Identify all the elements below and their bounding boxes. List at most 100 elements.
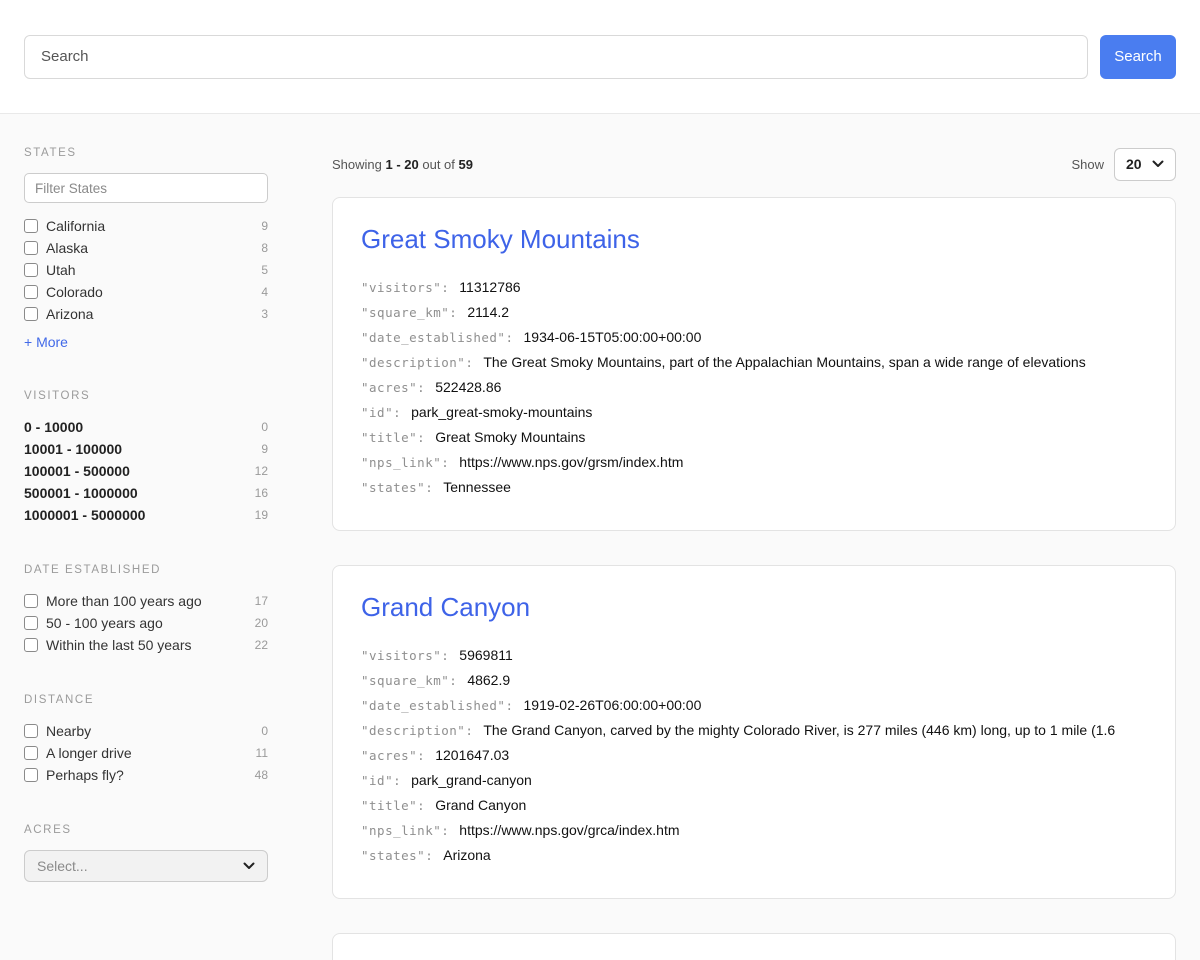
filter-states-input[interactable] [24,173,268,203]
field-description: "description":The Grand Canyon, carved b… [361,718,1147,743]
field-title: "title":Great Smoky Mountains [361,425,1147,450]
facet-count: 4 [261,285,268,299]
acres-select-value: Select... [37,858,88,874]
field-title: "title":Grand Canyon [361,793,1147,818]
facet-option-label-wrap[interactable]: Colorado [24,284,103,300]
field-value: Tennessee [443,479,511,495]
page-size-control: Show 20 [1071,148,1176,181]
search-button[interactable]: Search [1100,35,1176,79]
facet-option-label-wrap[interactable]: Arizona [24,306,93,322]
facet-option-label-wrap[interactable]: Nearby [24,723,91,739]
checkbox[interactable] [24,638,38,652]
facet-range-label[interactable]: 0 - 10000 [24,419,83,435]
field-visitors: "visitors":11312786 [361,275,1147,300]
field-value: park_grand-canyon [411,772,532,788]
facet-option-label-wrap[interactable]: Within the last 50 years [24,637,192,653]
facet-acres-title: ACRES [24,824,268,836]
facet-count: 3 [261,307,268,321]
content-area: STATES California 9 Alaska 8 [0,114,1200,960]
results-panel: Showing 1 - 20 out of 59 Show 20 Great S… [332,147,1176,960]
field-value: 2114.2 [467,304,509,320]
facet-option-perhaps-fly: Perhaps fly? 48 [24,764,268,786]
facet-count: 8 [261,241,268,255]
field-key: "nps_link": [361,823,449,838]
facet-option-label-wrap[interactable]: 50 - 100 years ago [24,615,163,631]
facet-states-title: STATES [24,147,268,159]
field-key: "title": [361,798,425,813]
checkbox[interactable] [24,724,38,738]
facet-distance-title: DISTANCE [24,694,268,706]
show-more-link[interactable]: + More [24,334,68,350]
field-id: "id":park_great-smoky-mountains [361,400,1147,425]
facet-range-item: 1000001 - 5000000 19 [24,504,268,526]
field-id: "id":park_grand-canyon [361,768,1147,793]
facet-option-label-wrap[interactable]: More than 100 years ago [24,593,202,609]
checkbox[interactable] [24,285,38,299]
facet-count: 48 [255,768,268,782]
facet-count: 0 [261,420,268,434]
facet-option-arizona: Arizona 3 [24,303,268,325]
facet-range-label[interactable]: 10001 - 100000 [24,441,122,457]
field-value: Great Smoky Mountains [435,429,585,445]
facet-count: 9 [261,442,268,456]
facet-range-label[interactable]: 100001 - 500000 [24,463,130,479]
field-description: "description":The Great Smoky Mountains,… [361,350,1147,375]
facet-visitors-title: VISITORS [24,390,268,402]
field-key: "date_established": [361,330,514,345]
facet-range-label[interactable]: 500001 - 1000000 [24,485,138,501]
field-key: "acres": [361,380,425,395]
park-title-link[interactable]: Great Smoky Mountains [361,224,640,255]
results-bar: Showing 1 - 20 out of 59 Show 20 [332,147,1176,181]
facet-option-label: 50 - 100 years ago [46,615,163,631]
facet-option-label-wrap[interactable]: Perhaps fly? [24,767,124,783]
facet-option-label-wrap[interactable]: A longer drive [24,745,132,761]
facet-count: 11 [256,746,268,760]
facet-range-item: 10001 - 100000 9 [24,438,268,460]
facet-option-longer-drive: A longer drive 11 [24,742,268,764]
field-square-km: "square_km":4862.9 [361,668,1147,693]
field-nps-link: "nps_link": https://www.nps.gov/grca/inde… [361,818,1147,843]
show-label: Show [1071,157,1104,172]
field-value: 1934-06-15T05:00:00+00:00 [524,329,702,345]
result-card: Great Smoky Mountains "visitors":1131278… [332,197,1176,531]
field-key: "date_established": [361,698,514,713]
checkbox[interactable] [24,241,38,255]
checkbox[interactable] [24,746,38,760]
facet-count: 5 [261,263,268,277]
field-states: "states": Tennessee [361,475,1147,500]
field-square-km: "square_km": 2114.2 [361,300,1147,325]
checkbox[interactable] [24,219,38,233]
field-acres: "acres":1201647.03 [361,743,1147,768]
field-key: "states": [361,480,433,495]
facet-option-label-wrap[interactable]: Utah [24,262,76,278]
page-size-select[interactable]: 20 [1114,148,1176,181]
field-visitors: "visitors":5969811 [361,643,1147,668]
checkbox[interactable] [24,307,38,321]
checkbox[interactable] [24,768,38,782]
field-key: "square_km": [361,673,457,688]
facet-count: 16 [255,486,268,500]
facet-states: STATES California 9 Alaska 8 [24,147,268,352]
checkbox[interactable] [24,263,38,277]
facet-option-label: Arizona [46,306,93,322]
checkbox[interactable] [24,616,38,630]
facet-option-label-wrap[interactable]: Alaska [24,240,88,256]
facet-option-label-wrap[interactable]: California [24,218,105,234]
field-key: "id": [361,405,401,420]
facet-range-label[interactable]: 1000001 - 5000000 [24,507,145,523]
field-key: "square_km": [361,305,457,320]
checkbox[interactable] [24,594,38,608]
search-input[interactable] [24,35,1088,79]
facet-count: 9 [261,219,268,233]
facet-option-label: Nearby [46,723,91,739]
facet-option-label: Perhaps fly? [46,767,124,783]
park-title-link[interactable]: Grand Canyon [361,592,530,623]
facet-visitors: VISITORS 0 - 10000 0 10001 - 100000 9 10… [24,390,268,526]
facet-option-colorado: Colorado 4 [24,281,268,303]
facet-sidebar: STATES California 9 Alaska 8 [24,147,268,960]
field-key: "visitors": [361,648,449,663]
field-value: https://www.nps.gov/grca/index.htm [459,822,679,838]
acres-select[interactable]: Select... [24,850,268,882]
field-value: Arizona [443,847,490,863]
facet-date-title: DATE ESTABLISHED [24,564,268,576]
